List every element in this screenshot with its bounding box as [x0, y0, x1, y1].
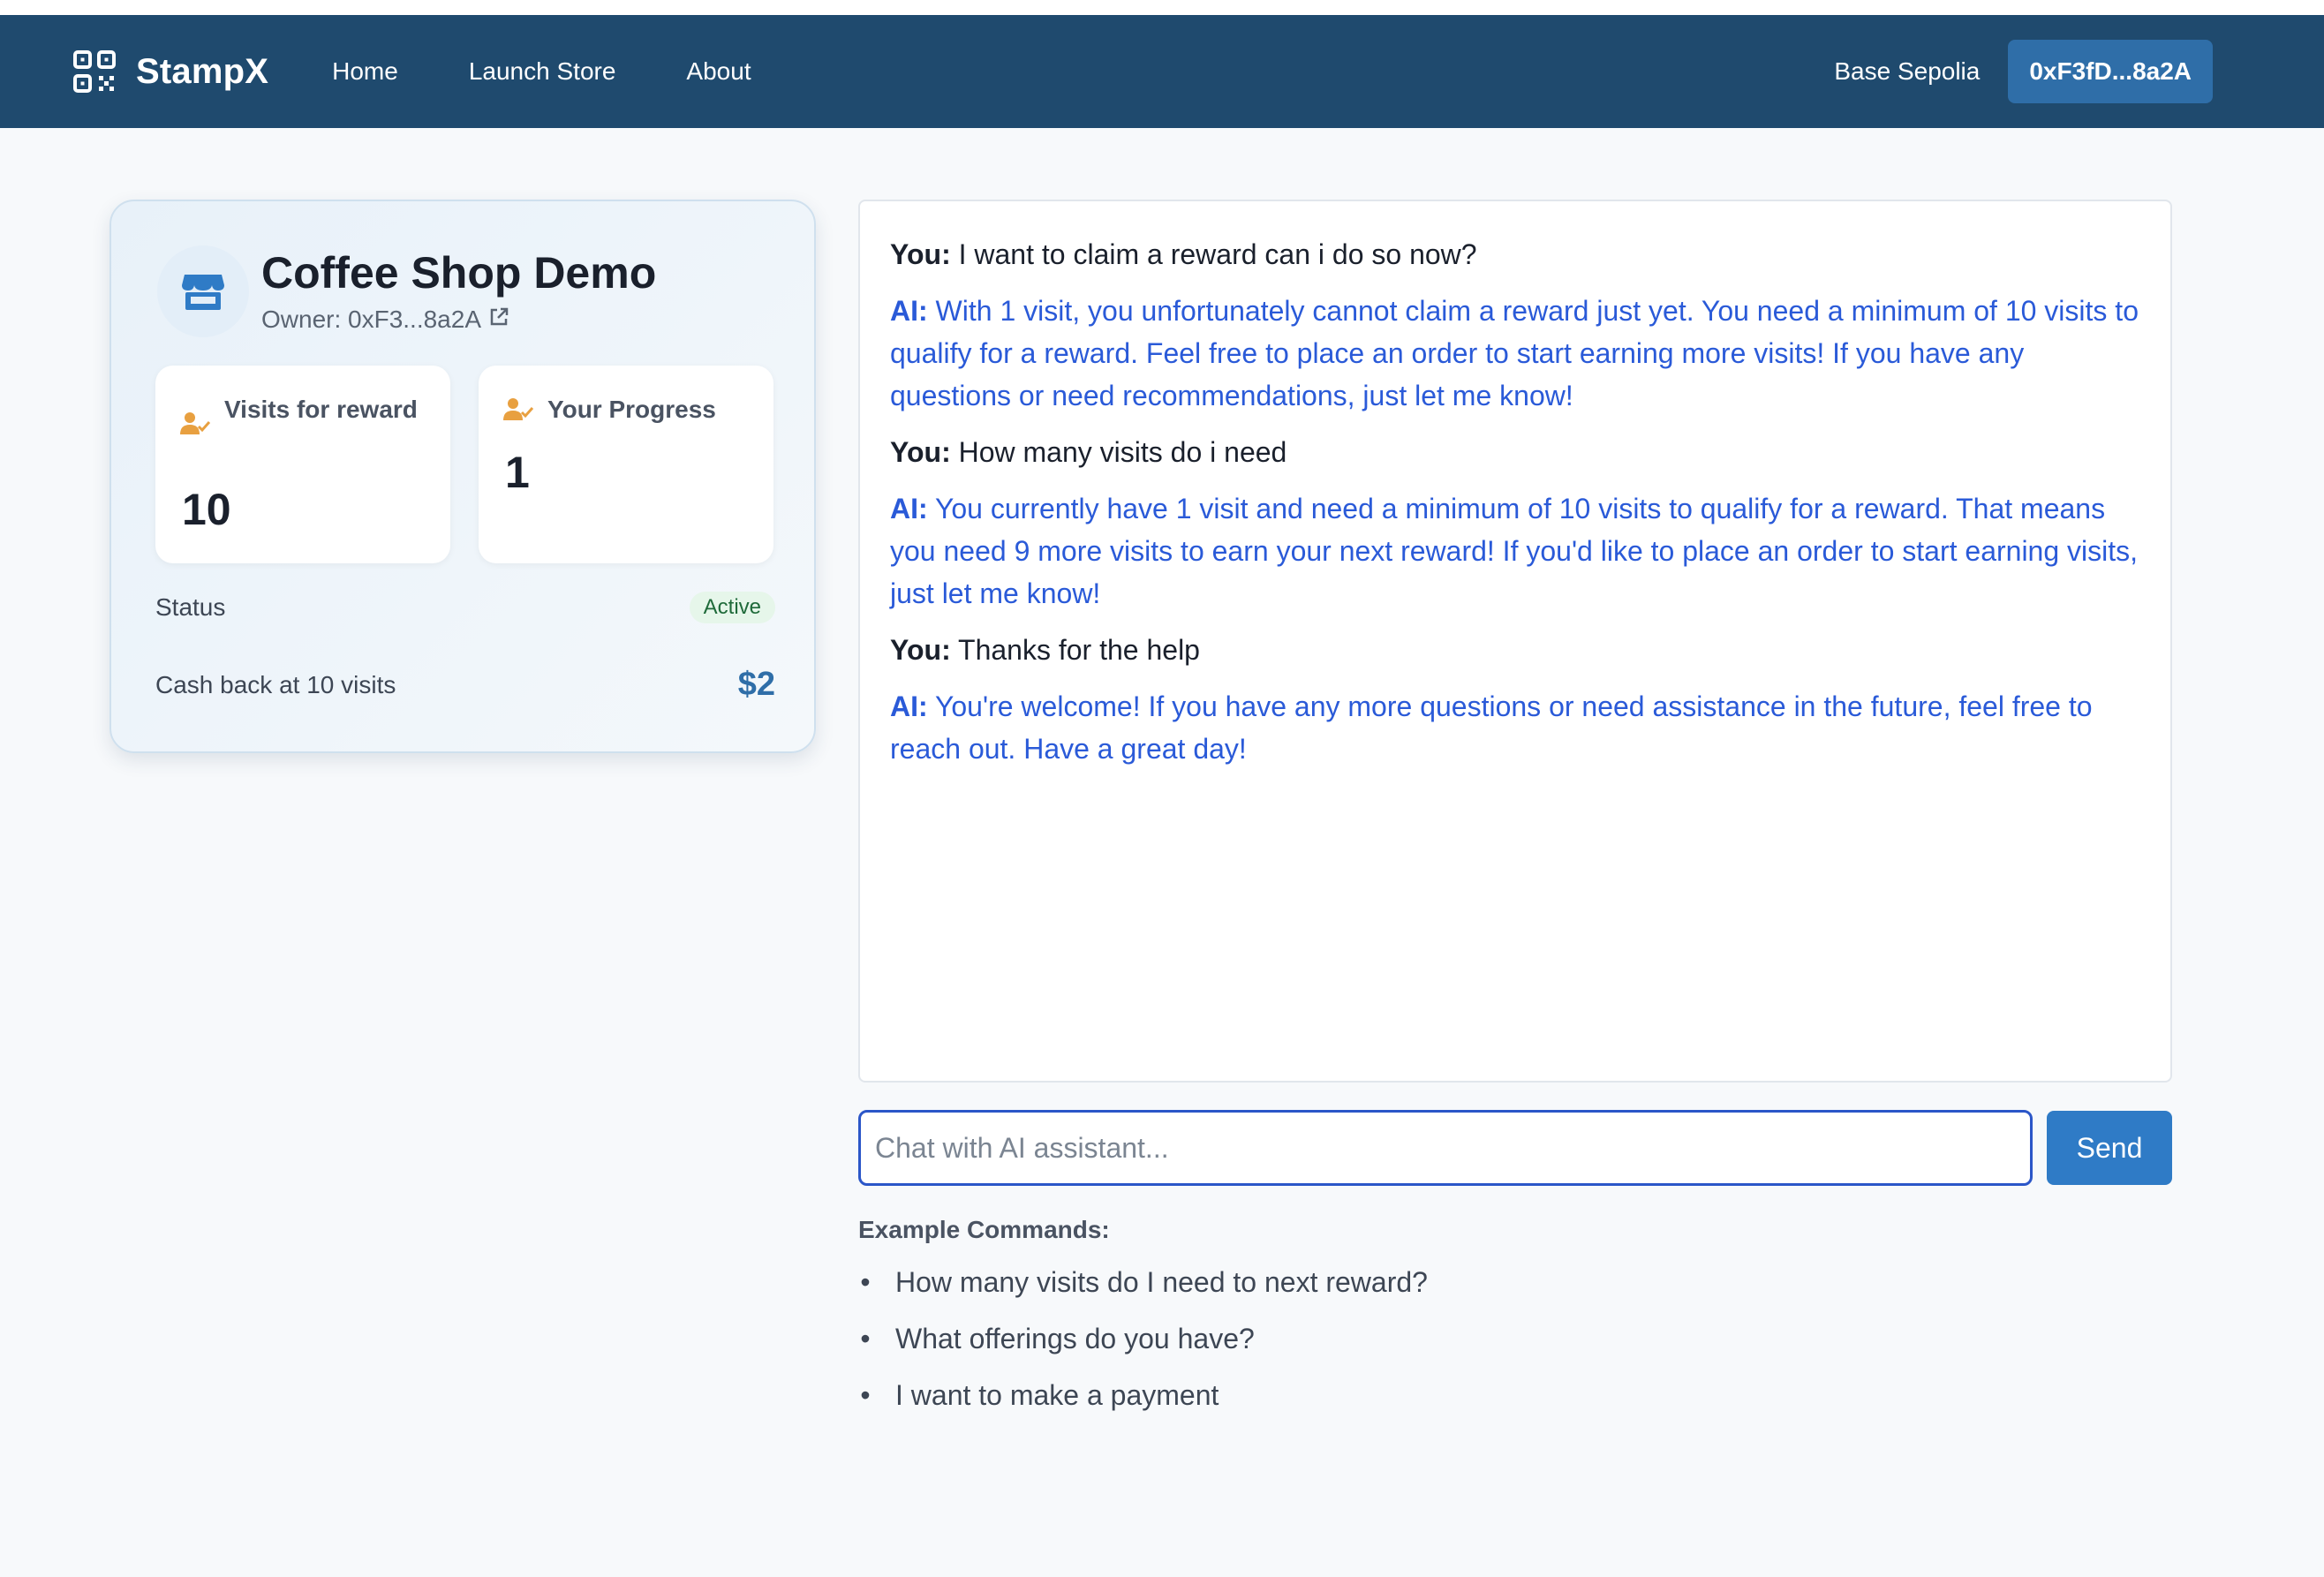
nav-links: Home Launch Store About: [332, 57, 751, 86]
chat-message-ai: AI: You currently have 1 visit and need …: [890, 493, 2139, 609]
your-progress-card: Your Progress 1: [479, 366, 773, 563]
chat-message-user: You: I want to claim a reward can i do s…: [890, 238, 1477, 270]
store-owner: Owner: 0xF3...8a2A: [261, 306, 509, 334]
visits-label: Visits for reward: [224, 396, 418, 423]
example-commands-list: • How many visits do I need to next rewar…: [858, 1261, 1428, 1430]
bullet-icon: •: [860, 1323, 871, 1354]
cashback-row: Cash back at 10 visits $2: [155, 666, 775, 704]
example-command[interactable]: • What offerings do you have?: [858, 1317, 1428, 1374]
external-link-icon[interactable]: [488, 306, 509, 334]
status-row: Status Active: [155, 592, 775, 623]
network-label[interactable]: Base Sepolia: [1834, 57, 1980, 86]
chat-message-ai: AI: With 1 visit, you unfortunately cann…: [890, 295, 2139, 411]
storefront-icon: [157, 245, 249, 337]
store-title: Coffee Shop Demo: [261, 248, 657, 298]
chat-input[interactable]: [858, 1110, 2033, 1186]
visits-for-reward-card: Visits for reward 10: [155, 366, 450, 563]
example-commands-title: Example Commands:: [858, 1216, 1110, 1243]
progress-value: 1: [505, 448, 530, 497]
nav-about[interactable]: About: [686, 57, 751, 86]
chat-message-ai: AI: You're welcome! If you have any more…: [890, 690, 2093, 765]
cashback-value: $2: [737, 666, 775, 703]
cashback-label: Cash back at 10 visits: [155, 670, 396, 698]
status-badge: Active: [689, 592, 775, 623]
wallet-button[interactable]: 0xF3fD...8a2A: [2008, 40, 2213, 103]
nav-right: Base Sepolia 0xF3fD...8a2A: [1834, 40, 2213, 103]
chat-message-user: You: How many visits do i need: [890, 436, 1287, 468]
progress-label: Your Progress: [547, 396, 716, 423]
chat-history[interactable]: You: I want to claim a reward can i do s…: [858, 200, 2172, 1083]
bullet-icon: •: [860, 1379, 871, 1411]
nav-home[interactable]: Home: [332, 57, 398, 86]
bullet-icon: •: [860, 1266, 871, 1298]
owner-address: Owner: 0xF3...8a2A: [261, 306, 482, 333]
browser-top-strip: [0, 0, 2324, 15]
user-check-icon: [503, 397, 534, 426]
visits-value: 10: [182, 485, 231, 534]
status-label: Status: [155, 593, 226, 621]
brand-name: StampX: [136, 51, 269, 91]
example-command[interactable]: • How many visits do I need to next rewar…: [858, 1261, 1428, 1317]
example-command[interactable]: • I want to make a payment: [858, 1374, 1428, 1430]
qr-code-icon: [72, 49, 117, 94]
chat-message-user: You: Thanks for the help: [890, 634, 1200, 666]
nav-launch-store[interactable]: Launch Store: [469, 57, 616, 86]
navbar: StampX Home Launch Store About Base Sepo…: [0, 15, 2324, 128]
user-check-icon: [180, 411, 211, 441]
brand[interactable]: StampX: [72, 49, 268, 94]
send-button[interactable]: Send: [2047, 1111, 2172, 1185]
store-card: Coffee Shop Demo Owner: 0xF3...8a2A Visi…: [109, 200, 816, 753]
